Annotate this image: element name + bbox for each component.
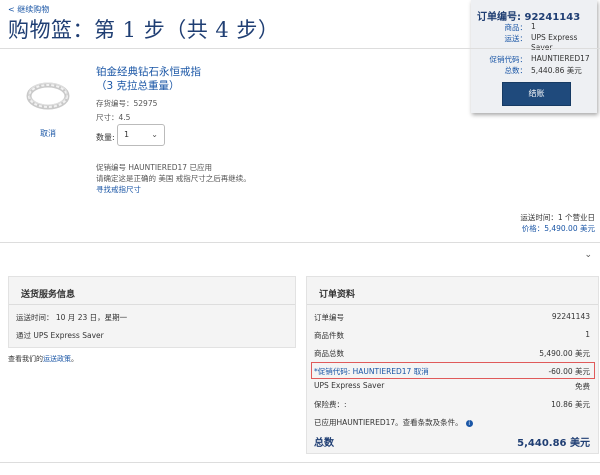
quantity-select[interactable]: 1 ⌄ xyxy=(117,124,165,146)
ring-size: 尺寸：4.5 xyxy=(96,113,131,122)
info-icon[interactable]: i xyxy=(465,419,473,427)
product-name-line2[interactable]: （3 克拉总重量） xyxy=(96,79,201,93)
shipping-carrier: 通过 UPS Express Saver xyxy=(16,331,104,340)
total-label: 总数 xyxy=(314,438,334,449)
page-title: 购物篮：第 1 步（共 4 步） xyxy=(8,18,280,42)
policy-suffix: 。 xyxy=(71,355,78,363)
product-name-line1[interactable]: 铂金经典钻石永恒戒指 xyxy=(96,65,201,79)
total-value: 5,440.86 美元 xyxy=(517,438,590,449)
row-value: 10.86 美元 xyxy=(551,400,590,409)
row-label: 商品件数 xyxy=(314,331,344,340)
row-value: 1 xyxy=(585,330,590,339)
shipping-info-panel: 送货服务信息 运送时间： 10 月 23 日，星期一 通过 UPS Expres… xyxy=(8,276,296,348)
divider xyxy=(0,242,600,243)
item-price: 价格：5,490.00 美元 xyxy=(522,223,595,234)
chevron-down-icon: ⌄ xyxy=(151,130,158,139)
row-label: UPS Express Saver xyxy=(314,381,385,390)
row-value: -60.00 美元 xyxy=(548,367,590,376)
quantity-label: 数量: xyxy=(96,133,115,142)
summary-total: 总数 5,440.86 美元 xyxy=(314,434,590,449)
summary-row-item-count: 商品件数 1 xyxy=(314,330,590,341)
shipping-time: 运送时间： 10 月 23 日，星期一 xyxy=(16,313,128,322)
order-details-title: 订单资料 xyxy=(319,290,356,300)
terms-text[interactable]: 已应用HAUNTIERED17。查看条款及条件。 xyxy=(314,418,463,427)
summary-row-order-number: 订单编号 92241143 xyxy=(314,312,590,323)
ring-image[interactable] xyxy=(24,70,72,118)
shipping-info-title: 送货服务信息 xyxy=(21,290,76,300)
item-price-text: 价格：5,490.00 美元 xyxy=(521,224,595,233)
row-value: 免费 xyxy=(575,382,590,391)
divider xyxy=(0,462,600,463)
summary-row-shipping: UPS Express Saver 免费 xyxy=(314,381,590,391)
items-label: 商品： xyxy=(504,23,528,32)
remove-item-link[interactable]: 取消 xyxy=(40,128,56,139)
divider xyxy=(9,304,295,305)
quantity-value: 1 xyxy=(124,130,130,139)
promo-label: 促销代码： xyxy=(489,55,528,64)
summary-row-terms[interactable]: 已应用HAUNTIERED17。查看条款及条件。 i xyxy=(314,417,590,428)
divider xyxy=(307,304,598,305)
promo-applied-text: 促销编号 HAUNTIERED17 已应用 xyxy=(96,163,212,172)
summary-row-insurance: 保险费：: 10.86 美元 xyxy=(314,399,590,410)
total-label: 总数： xyxy=(504,66,528,75)
row-label: 订单编号 xyxy=(314,313,344,322)
row-label: 商品总数 xyxy=(314,349,344,358)
summary-row-promo[interactable]: *促销代码: HAUNTIERED17 取消 -60.00 美元 xyxy=(314,366,590,377)
size-note: 请确定这是正确的 美国 戒指尺寸之后再继续。 xyxy=(96,174,251,183)
divider xyxy=(0,48,600,49)
product-name[interactable]: 铂金经典钻石永恒戒指 （3 克拉总重量） xyxy=(96,65,201,93)
delivery-time: 运送时间：1 个营业日 xyxy=(520,213,595,222)
row-label: 保险费：: xyxy=(314,400,347,409)
total-value: 5,440.86 美元 xyxy=(531,66,582,75)
chevron-down-icon[interactable]: ⌄ xyxy=(584,250,592,260)
row-value: 5,490.00 美元 xyxy=(539,349,590,358)
shipping-policy-link[interactable]: 运送政策 xyxy=(43,355,71,363)
promo-cancel-link[interactable]: *促销代码: HAUNTIERED17 取消 xyxy=(314,367,429,376)
row-value: 92241143 xyxy=(551,312,590,321)
items-value: 1 xyxy=(531,22,536,31)
order-number-header: 订单编号: 92241143 xyxy=(477,8,591,23)
order-summary-box: 订单编号: 92241143 商品： 1 运送： UPS Express Sav… xyxy=(471,0,597,113)
shipping-policy-note: 查看我们的运送政策。 xyxy=(8,354,78,364)
shipping-label: 运送： xyxy=(504,34,528,43)
checkout-button[interactable]: 结账 xyxy=(502,82,571,106)
order-details-panel: 订单资料 订单编号 92241143 商品件数 1 商品总数 5,490.00 … xyxy=(306,276,599,454)
find-ring-size-link[interactable]: 寻找戒指尺寸 xyxy=(96,184,141,195)
summary-row-subtotal: 商品总数 5,490.00 美元 xyxy=(314,348,590,359)
promo-value: HAUNTIERED17 xyxy=(531,54,590,63)
sku: 存货编号：52975 xyxy=(96,99,158,108)
shipping-value: UPS Express Saver xyxy=(531,33,578,52)
policy-prefix: 查看我们的 xyxy=(8,355,43,363)
